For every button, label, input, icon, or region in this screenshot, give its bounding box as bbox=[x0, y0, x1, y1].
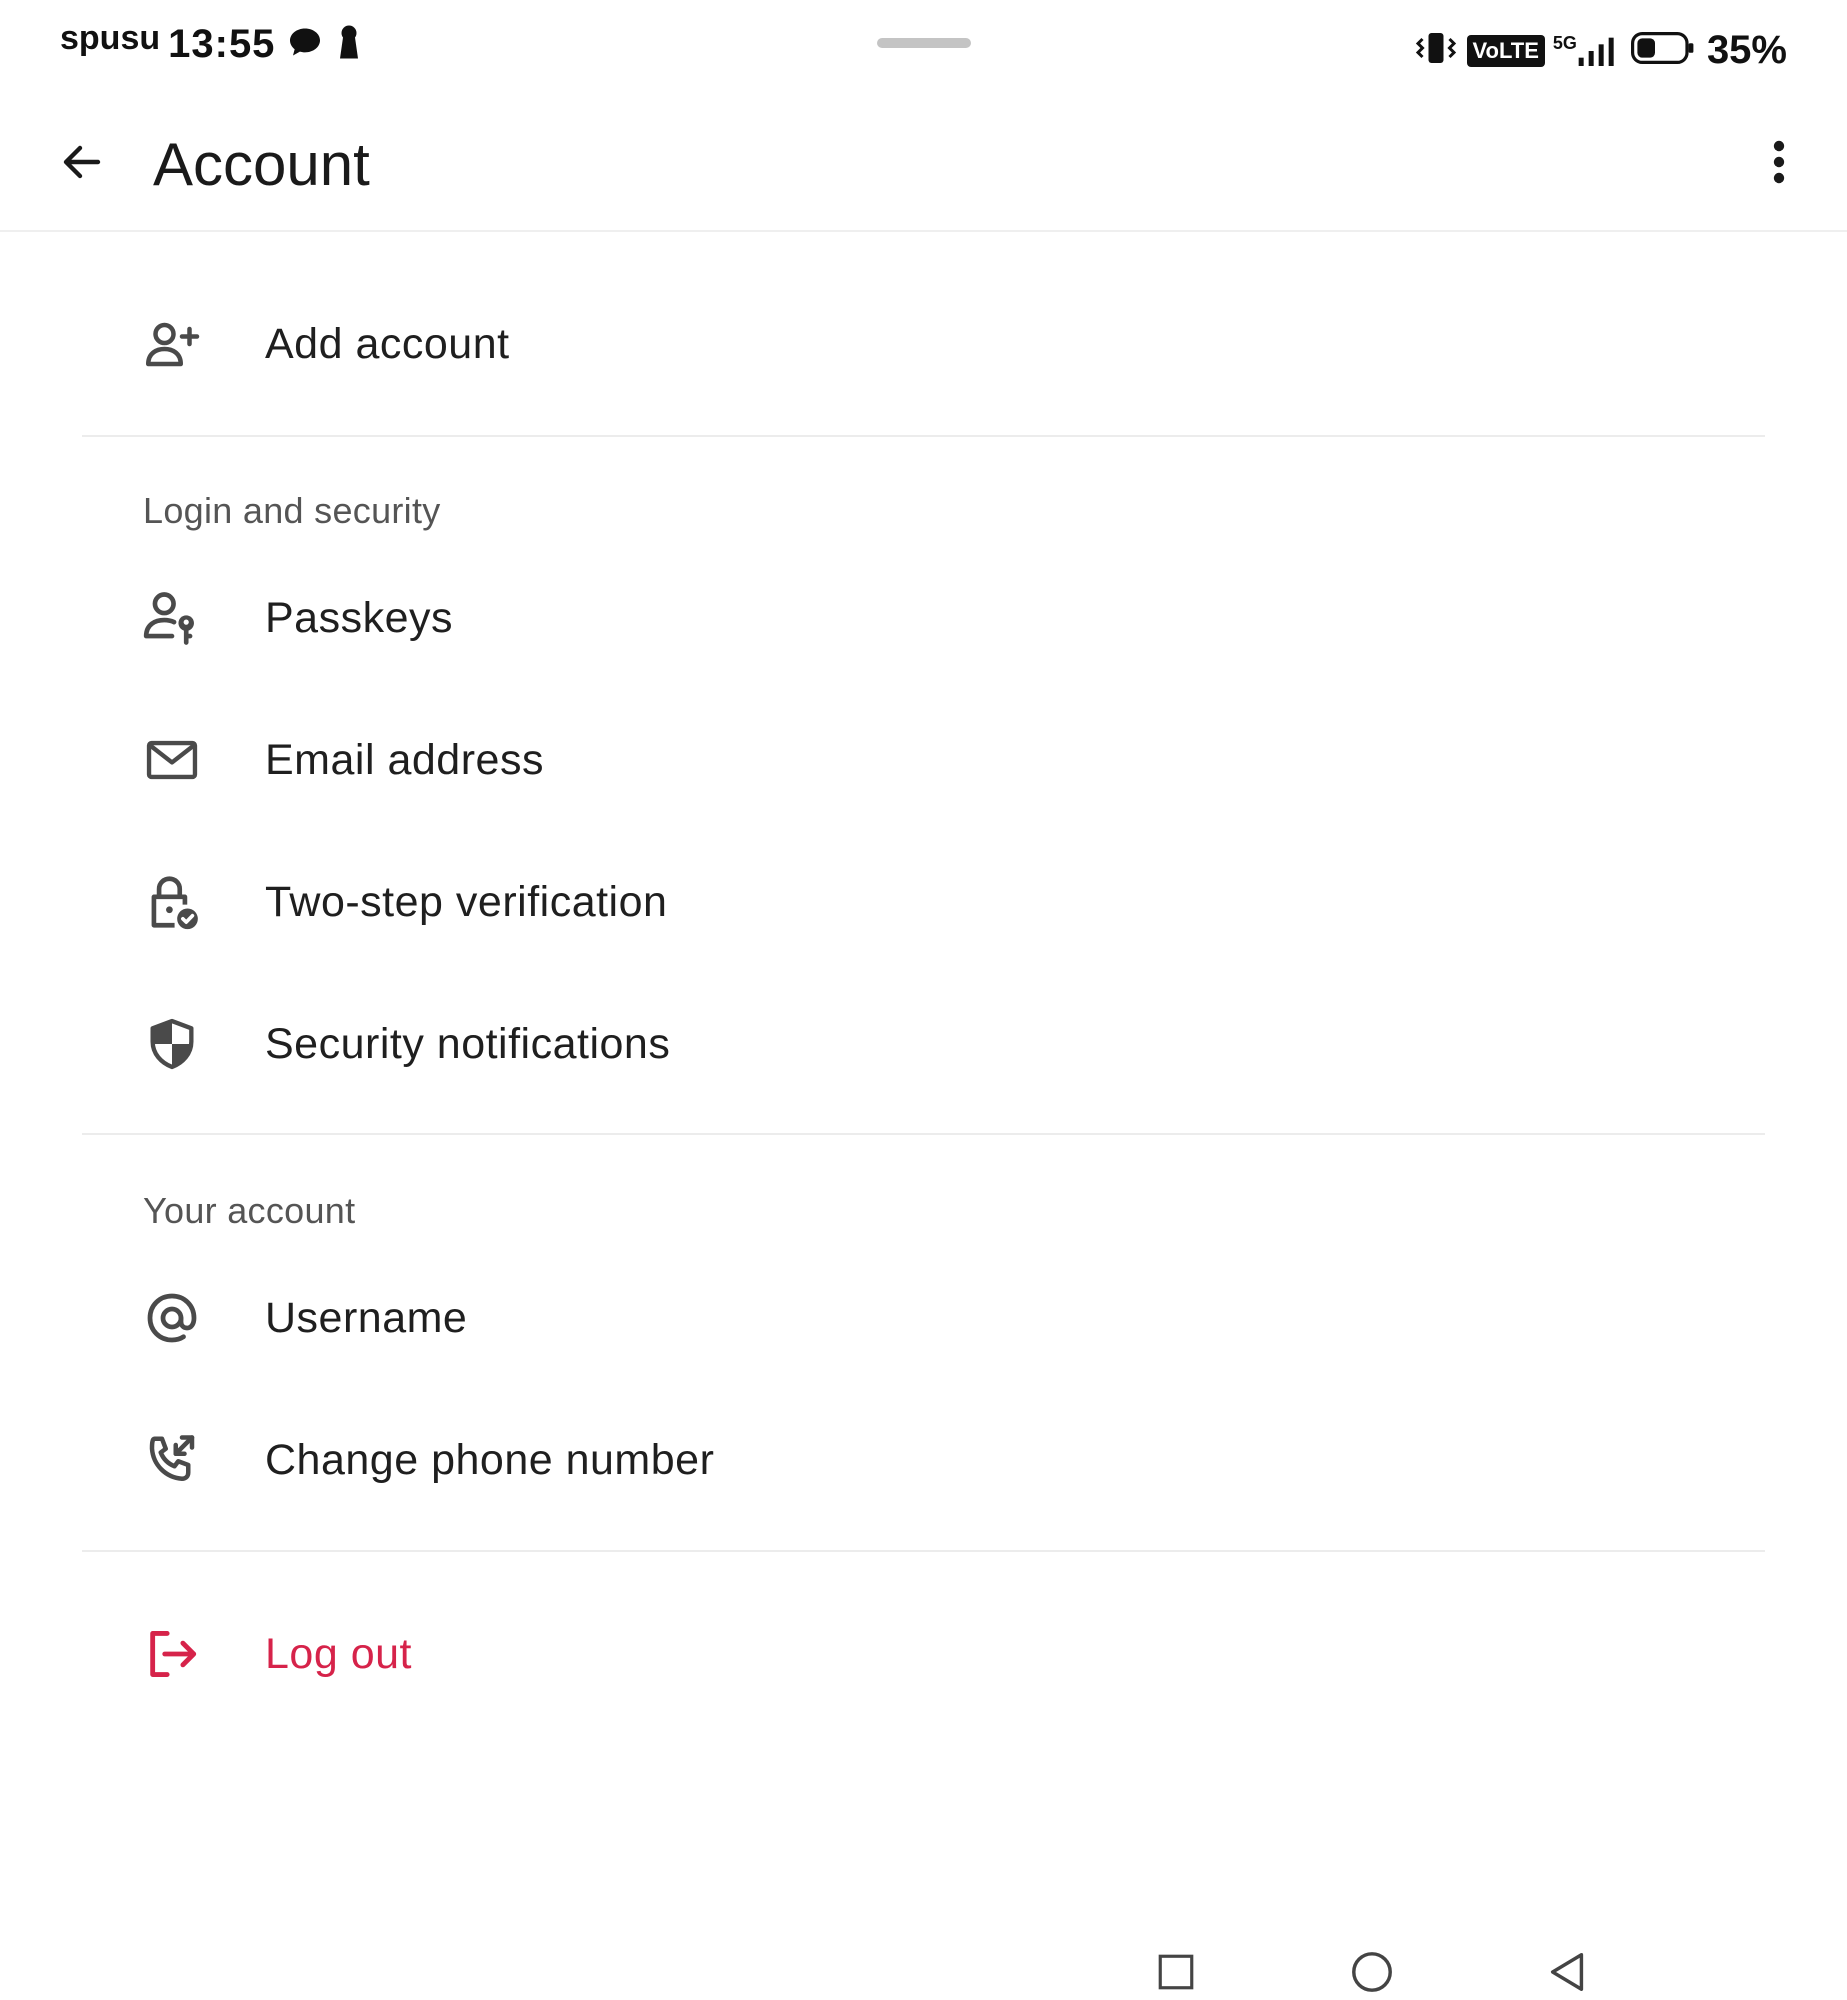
log-out-label: Log out bbox=[265, 1629, 412, 1678]
recents-button[interactable] bbox=[1146, 1942, 1206, 2000]
network-type: 5G bbox=[1552, 32, 1577, 53]
keyhole-icon bbox=[335, 24, 363, 65]
passkeys-label: Passkeys bbox=[265, 593, 454, 642]
section-header-your-account: Your account bbox=[143, 1190, 356, 1231]
account-screen: spusu 13:55 VoLTE 5G 35% Account Add acc… bbox=[0, 0, 1847, 2000]
phone-change-icon bbox=[140, 1428, 204, 1492]
two-step-verification-label: Two-step verification bbox=[265, 877, 668, 926]
more-vertical-icon bbox=[1773, 140, 1785, 184]
top-app-bar: Account bbox=[0, 100, 1847, 232]
circle-icon bbox=[1352, 1952, 1392, 1992]
email-address-label: Email address bbox=[265, 735, 544, 784]
two-step-verification-row[interactable]: Two-step verification bbox=[0, 831, 1847, 973]
logout-icon bbox=[140, 1622, 204, 1686]
volte-label: VoLTE bbox=[1466, 34, 1545, 67]
status-bar: spusu 13:55 VoLTE 5G 35% bbox=[0, 0, 1847, 100]
person-add-icon bbox=[140, 312, 204, 376]
divider bbox=[82, 1133, 1765, 1135]
mail-icon bbox=[140, 728, 204, 792]
more-options-button[interactable] bbox=[1751, 130, 1807, 194]
username-label: Username bbox=[265, 1293, 468, 1342]
email-address-row[interactable]: Email address bbox=[0, 689, 1847, 831]
lock-check-icon bbox=[140, 870, 204, 934]
change-phone-number-row[interactable]: Change phone number bbox=[0, 1389, 1847, 1531]
clock: 13:55 bbox=[168, 22, 276, 66]
chat-bubble-icon bbox=[287, 24, 323, 65]
battery-percent: 35% bbox=[1706, 28, 1787, 72]
person-key-icon bbox=[140, 586, 204, 650]
page-title: Account bbox=[153, 131, 370, 198]
section-header-login-security: Login and security bbox=[143, 490, 441, 531]
log-out-row[interactable]: Log out bbox=[0, 1583, 1847, 1725]
security-notifications-label: Security notifications bbox=[265, 1019, 671, 1068]
carrier-name: spusu bbox=[60, 19, 161, 57]
username-row[interactable]: Username bbox=[0, 1247, 1847, 1389]
status-left: spusu 13:55 bbox=[60, 19, 363, 67]
add-account-row[interactable]: Add account bbox=[0, 273, 1847, 415]
passkeys-row[interactable]: Passkeys bbox=[0, 547, 1847, 689]
battery-icon bbox=[1630, 30, 1695, 71]
add-account-label: Add account bbox=[265, 319, 510, 368]
divider bbox=[82, 435, 1765, 437]
volte-badge: VoLTE bbox=[1466, 34, 1545, 67]
square-icon bbox=[1158, 1954, 1194, 1990]
arrow-left-icon bbox=[63, 145, 101, 179]
system-nav-bar bbox=[0, 1920, 1847, 2000]
back-nav-button[interactable] bbox=[1538, 1942, 1598, 2000]
back-button[interactable] bbox=[50, 130, 114, 194]
at-icon bbox=[140, 1286, 204, 1350]
home-button[interactable] bbox=[1342, 1942, 1402, 2000]
divider bbox=[82, 1550, 1765, 1552]
status-right: VoLTE 5G 35% bbox=[1413, 28, 1787, 73]
vibrate-icon bbox=[1413, 30, 1459, 71]
shield-icon bbox=[140, 1012, 204, 1076]
triangle-back-icon bbox=[1550, 1953, 1584, 1991]
signal-icon: 5G bbox=[1552, 32, 1617, 68]
drag-handle[interactable] bbox=[877, 38, 971, 48]
change-phone-number-label: Change phone number bbox=[265, 1435, 715, 1484]
security-notifications-row[interactable]: Security notifications bbox=[0, 973, 1847, 1115]
